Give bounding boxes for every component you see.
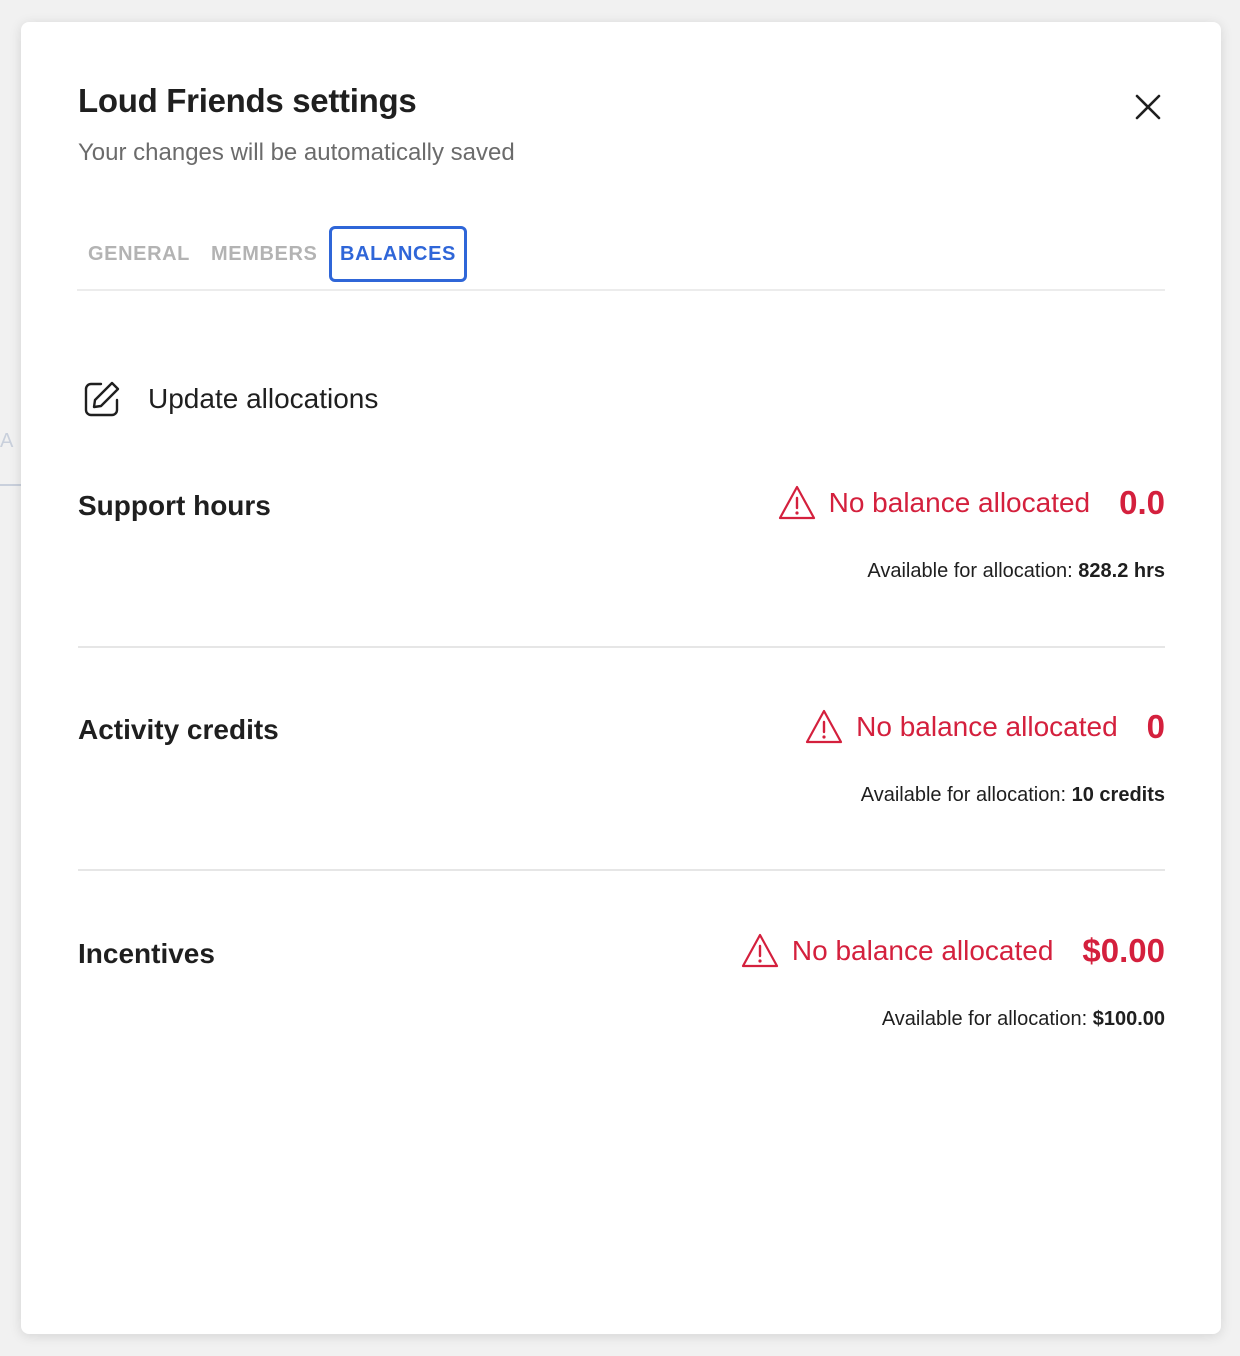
status-text: No balance allocated: [828, 487, 1091, 518]
close-button[interactable]: [1129, 88, 1167, 126]
balance-name: Activity credits: [78, 714, 279, 745]
available-value: 10 credits: [1071, 784, 1165, 806]
balance-status: No balance allocated $0.00: [740, 932, 1165, 970]
balance-name: Support hours: [78, 490, 271, 521]
available-value: $100.00: [1092, 1008, 1165, 1030]
warning-icon: [741, 933, 778, 968]
tab-balances[interactable]: BALANCES: [329, 226, 467, 282]
settings-tabs: GENERAL MEMBERS BALANCES: [77, 226, 1165, 291]
balance-status: No balance allocated 0.0: [777, 484, 1165, 522]
section-divider: [78, 869, 1165, 871]
available-label: Available for allocation:: [881, 1008, 1093, 1030]
backdrop-hint-underline: [0, 484, 22, 486]
backdrop-hint-text: A: [0, 430, 14, 452]
edit-icon: [84, 381, 120, 417]
warning-icon: [806, 709, 843, 744]
available-value: 828.2 hrs: [1078, 560, 1165, 582]
modal-subtitle: Your changes will be automatically saved: [78, 139, 515, 166]
close-icon: [1135, 94, 1161, 120]
balance-name: Incentives: [78, 938, 215, 969]
available-for-allocation: Available for allocation: 828.2 hrs: [867, 560, 1165, 583]
balance-value: $0.00: [1082, 932, 1165, 969]
available-for-allocation: Available for allocation: 10 credits: [861, 784, 1165, 807]
available-label: Available for allocation:: [860, 784, 1072, 806]
balance-value: 0.0: [1119, 484, 1165, 521]
status-text: No balance allocated: [856, 711, 1118, 742]
balance-value: 0: [1146, 708, 1165, 745]
available-label: Available for allocation:: [867, 560, 1079, 582]
section-divider: [78, 646, 1165, 648]
tab-general[interactable]: GENERAL: [88, 243, 190, 266]
update-allocations-button[interactable]: Update allocations: [81, 378, 378, 420]
balance-status: No balance allocated 0: [804, 708, 1165, 746]
warning-icon: [778, 485, 815, 520]
status-text: No balance allocated: [791, 935, 1054, 966]
available-for-allocation: Available for allocation: $100.00: [882, 1008, 1165, 1031]
update-allocations-label: Update allocations: [148, 383, 379, 414]
modal-title: Loud Friends settings: [78, 82, 417, 119]
settings-modal: Loud Friends settings Your changes will …: [21, 22, 1221, 1334]
tab-members[interactable]: MEMBERS: [211, 243, 317, 266]
